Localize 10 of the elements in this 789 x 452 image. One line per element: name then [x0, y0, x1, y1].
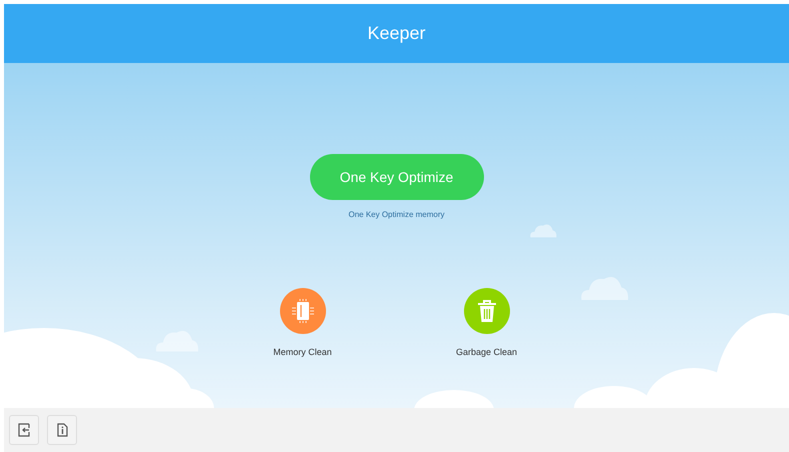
exit-icon: [18, 423, 30, 437]
trash-icon: [476, 300, 496, 322]
tool-label[interactable]: Garbage Clean: [456, 347, 518, 357]
tool-label[interactable]: Memory Clean: [273, 347, 332, 357]
chip-icon: [292, 299, 314, 323]
app-title: Keeper: [367, 23, 426, 44]
exit-button[interactable]: [9, 415, 39, 445]
optimize-caption: One Key Optimize memory: [348, 210, 445, 219]
info-button[interactable]: [47, 415, 77, 445]
info-icon: [56, 423, 68, 437]
